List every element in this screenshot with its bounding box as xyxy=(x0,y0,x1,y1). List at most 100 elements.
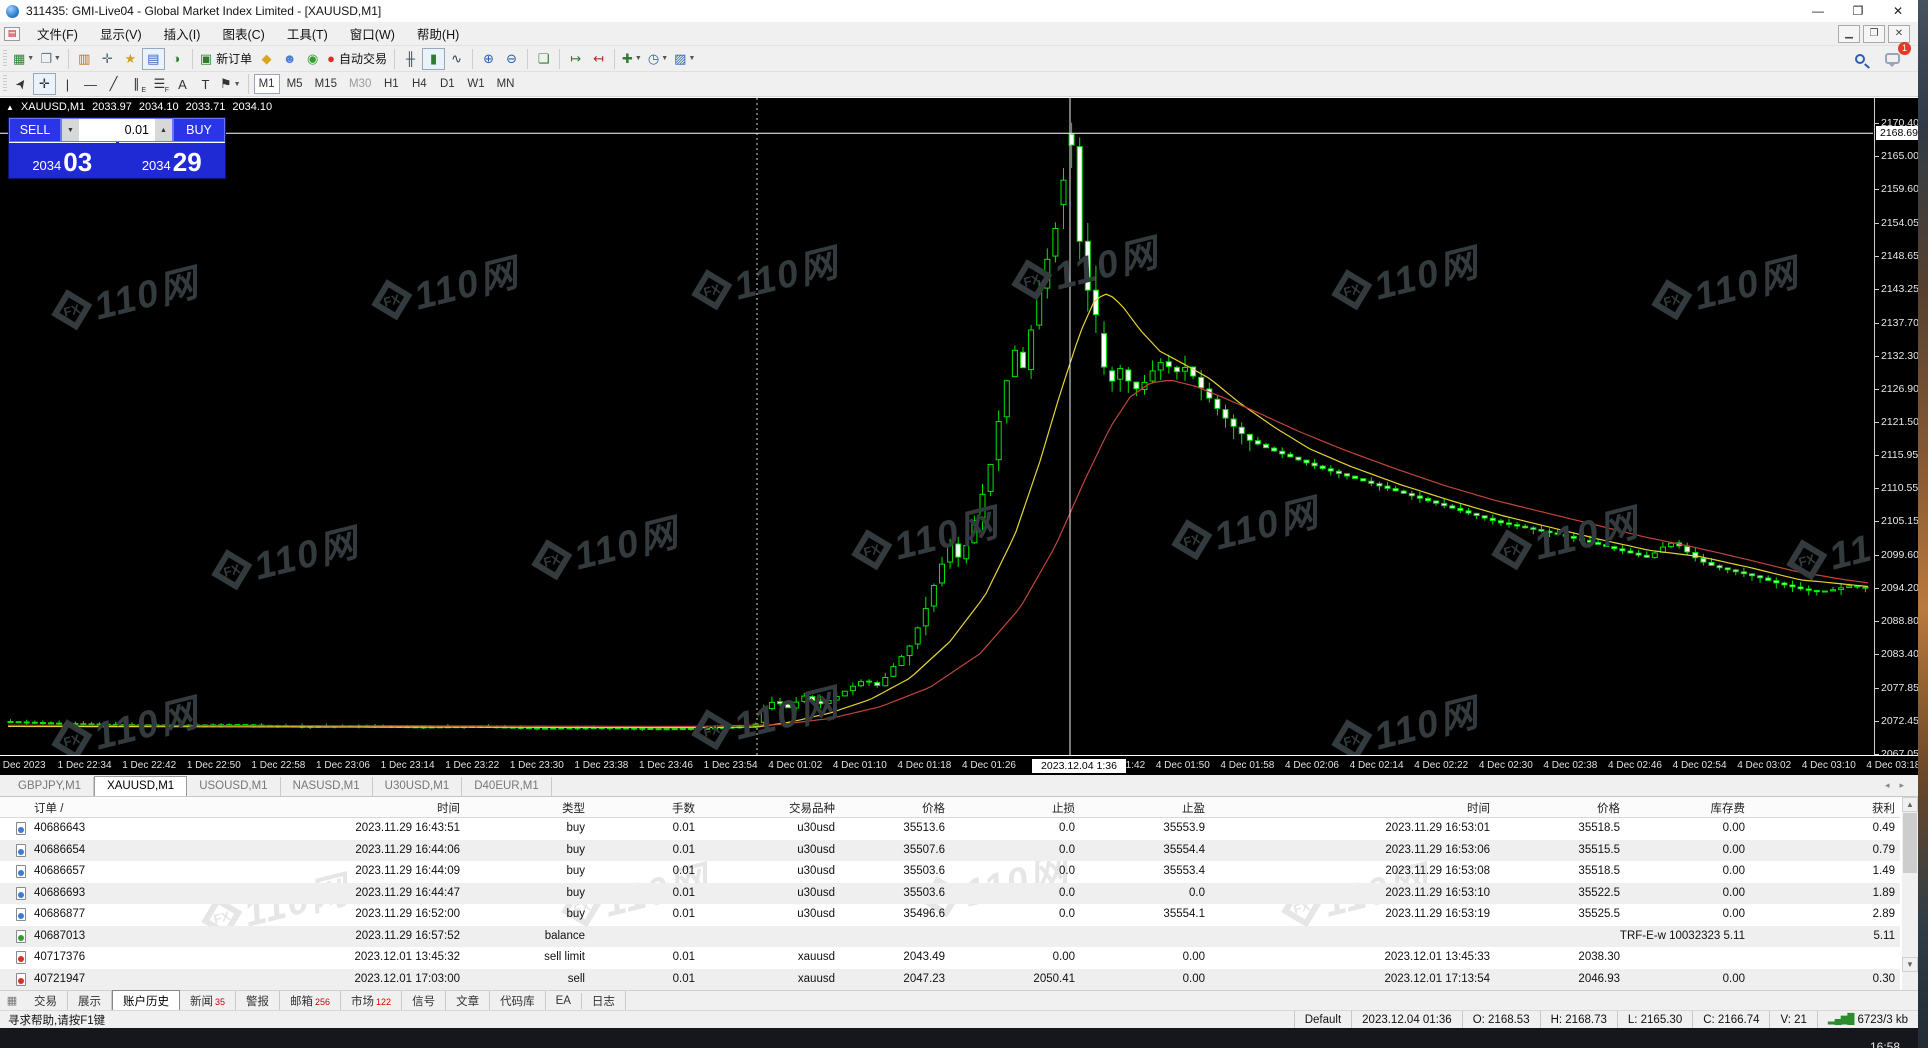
column-header[interactable]: 库存费 xyxy=(1711,800,1746,816)
terminal-scrollbar[interactable]: ▲ ▼ xyxy=(1902,797,1918,990)
terminal-tab-日志[interactable]: 日志 xyxy=(582,991,626,1011)
column-header[interactable]: 交易品种 xyxy=(789,800,835,816)
terminal-tab-账户历史[interactable]: 账户历史 xyxy=(112,990,180,1012)
scroll-down-icon[interactable]: ▼ xyxy=(1902,957,1918,972)
candlestick-mode-button[interactable]: ▮ xyxy=(422,48,445,70)
timeframe-m30[interactable]: M30 xyxy=(344,74,376,94)
cursor-button[interactable]: ➤ xyxy=(10,73,33,95)
table-row[interactable]: 406866432023.11.29 16:43:51buy0.01u30usd… xyxy=(0,818,1900,840)
mql5-community-button[interactable]: ☻ xyxy=(278,48,301,70)
vertical-line-button[interactable]: | xyxy=(56,73,79,95)
close-button[interactable]: ✕ xyxy=(1878,0,1918,22)
sell-button[interactable]: SELL xyxy=(9,118,61,142)
profiles-button[interactable]: ❐▼ xyxy=(37,48,64,70)
templates-button[interactable]: ▨▼ xyxy=(671,48,698,70)
zoom-out-button[interactable]: ⊖ xyxy=(500,48,523,70)
restore-button[interactable]: ❐ xyxy=(1838,0,1878,22)
buy-button[interactable]: BUY xyxy=(173,118,225,142)
metaeditor-button[interactable]: ◆ xyxy=(255,48,278,70)
timeframe-d1[interactable]: D1 xyxy=(434,74,460,94)
chart-tab-xauusd[interactable]: XAUUSD,M1 xyxy=(94,776,187,796)
data-window-button[interactable]: ✛ xyxy=(96,48,119,70)
table-row[interactable]: 407173762023.12.01 13:45:32sell limit0.0… xyxy=(0,947,1900,969)
timeframe-h1[interactable]: H1 xyxy=(378,74,404,94)
status-profile[interactable]: Default xyxy=(1294,1011,1351,1029)
horizontal-line-button[interactable]: — xyxy=(79,73,102,95)
menu-item-2[interactable]: 插入(I) xyxy=(153,21,212,46)
text-label-button[interactable]: T xyxy=(194,73,217,95)
menu-item-4[interactable]: 工具(T) xyxy=(276,21,339,46)
timeframe-m5[interactable]: M5 xyxy=(282,74,308,94)
chart-tab-usousd[interactable]: USOUSD,M1 xyxy=(187,777,280,796)
timeframe-m1[interactable]: M1 xyxy=(254,74,280,94)
bar-chart-mode-button[interactable]: ╫ xyxy=(399,48,422,70)
buy-price[interactable]: 2034 29 xyxy=(119,142,226,178)
menu-item-1[interactable]: 显示(V) xyxy=(89,21,153,46)
terminal-tab-信号[interactable]: 信号 xyxy=(402,991,446,1011)
volume-increase-button[interactable]: ▲ xyxy=(155,119,172,141)
column-header[interactable]: 获利 xyxy=(1872,800,1895,816)
volume-decrease-button[interactable]: ▼ xyxy=(62,119,79,141)
terminal-tab-EA[interactable]: EA xyxy=(546,993,582,1009)
price-axis[interactable]: 2170.402165.002159.602154.052148.652143.… xyxy=(1874,98,1918,756)
terminal-tab-代码库[interactable]: 代码库 xyxy=(490,991,546,1011)
table-row[interactable]: 406866932023.11.29 16:44:47buy0.01u30usd… xyxy=(0,883,1900,905)
volume-input[interactable]: 0.01 xyxy=(79,119,155,141)
chart-tab-gbpjpy[interactable]: GBPJPY,M1 xyxy=(6,777,94,796)
column-header[interactable]: 类型 xyxy=(562,800,585,816)
crosshair-button[interactable]: ✛ xyxy=(33,73,56,95)
menu-item-3[interactable]: 图表(C) xyxy=(211,21,275,46)
column-header[interactable]: 价格 xyxy=(1597,800,1620,816)
terminal-tab-邮箱[interactable]: 邮箱256 xyxy=(280,991,341,1011)
terminal-panel-icon[interactable]: ▦ xyxy=(4,994,20,1008)
child-close-button[interactable]: ✕ xyxy=(1888,25,1910,43)
table-row[interactable]: 406870132023.11.29 16:57:52balanceTRF-E-… xyxy=(0,926,1900,948)
fibonacci-button[interactable]: ☰F xyxy=(148,73,171,95)
column-header[interactable]: 订单 / xyxy=(34,800,63,816)
terminal-tab-警报[interactable]: 警报 xyxy=(236,991,280,1011)
terminal-tab-交易[interactable]: 交易 xyxy=(24,991,68,1011)
line-chart-mode-button[interactable]: ∿ xyxy=(445,48,468,70)
search-button[interactable] xyxy=(1848,48,1871,70)
timeframe-m15[interactable]: M15 xyxy=(310,74,342,94)
column-header[interactable]: 止损 xyxy=(1052,800,1075,816)
terminal-tab-文章[interactable]: 文章 xyxy=(446,991,490,1011)
market-watch-button[interactable]: ▥ xyxy=(73,48,96,70)
terminal-button[interactable]: ▤ xyxy=(142,48,165,70)
menu-item-5[interactable]: 窗口(W) xyxy=(339,21,406,46)
terminal-tab-展示[interactable]: 展示 xyxy=(68,991,112,1011)
equidistant-channel-button[interactable]: ∥E xyxy=(125,73,148,95)
chart-tab-u30usd[interactable]: U30USD,M1 xyxy=(373,777,463,796)
table-row[interactable]: 406866542023.11.29 16:44:06buy0.01u30usd… xyxy=(0,840,1900,862)
signals-button[interactable]: ◉ xyxy=(301,48,324,70)
scrollbar-thumb[interactable] xyxy=(1903,813,1917,873)
time-axis[interactable]: 1 Dec 20231 Dec 22:341 Dec 22:421 Dec 22… xyxy=(0,755,1918,775)
menu-item-6[interactable]: 帮助(H) xyxy=(406,21,470,46)
tile-windows-button[interactable]: ❏ xyxy=(532,48,555,70)
new-chart-button[interactable]: ▦▼ xyxy=(10,48,37,70)
navigator-button[interactable]: ★ xyxy=(119,48,142,70)
auto-trading-button[interactable]: ●自动交易 xyxy=(324,48,390,70)
periods-button[interactable]: ◷▼ xyxy=(645,48,671,70)
column-header[interactable]: 时间 xyxy=(437,800,460,816)
chart-child-icon[interactable]: ▤ xyxy=(4,27,20,41)
table-row[interactable]: 406868772023.11.29 16:52:00buy0.01u30usd… xyxy=(0,904,1900,926)
indicators-button[interactable]: ✚▼ xyxy=(619,48,645,70)
timeframe-mn[interactable]: MN xyxy=(492,74,520,94)
history-table-header[interactable]: 订单 /时间类型手数交易品种价格止损止盈时间价格库存费获利 xyxy=(0,797,1900,818)
notifications-button[interactable]: 1 xyxy=(1881,48,1904,70)
table-row[interactable]: 407219472023.12.01 17:03:00sell0.01xauus… xyxy=(0,969,1900,991)
chart-tab-nasusd[interactable]: NASUSD,M1 xyxy=(281,777,373,796)
chart-shift-button[interactable]: ↤ xyxy=(587,48,610,70)
tabs-scroll-right-icon[interactable]: ▸ xyxy=(1899,780,1904,791)
column-header[interactable]: 时间 xyxy=(1467,800,1490,816)
minimize-button[interactable]: — xyxy=(1798,0,1838,22)
column-header[interactable]: 价格 xyxy=(922,800,945,816)
zoom-in-button[interactable]: ⊕ xyxy=(477,48,500,70)
text-button[interactable]: A xyxy=(171,73,194,95)
new-order-button[interactable]: ▣新订单 xyxy=(197,48,255,70)
auto-scroll-button[interactable]: ↦ xyxy=(564,48,587,70)
timeframe-w1[interactable]: W1 xyxy=(462,74,489,94)
child-restore-button[interactable]: ❐ xyxy=(1863,25,1885,43)
scroll-up-icon[interactable]: ▲ xyxy=(1902,797,1918,812)
